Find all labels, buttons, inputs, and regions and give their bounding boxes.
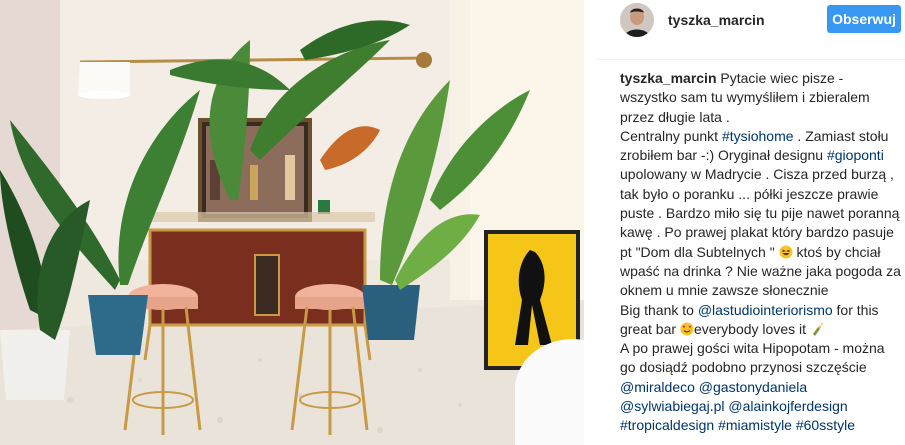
caption-paragraph-bar: Centralny punkt #tysiohome . Zamiast sto… bbox=[620, 127, 902, 301]
mention-link[interactable]: @alainkojferdesign bbox=[728, 398, 847, 414]
mention-link[interactable]: @miraldeco bbox=[620, 379, 695, 395]
hashtag-link[interactable]: #tysiohome bbox=[722, 128, 794, 144]
mention-link[interactable]: @sylwiabiegaj.pl bbox=[620, 398, 724, 414]
caption-paragraph-thanks: Big thank to @lastudiointeriorismo for t… bbox=[620, 301, 902, 340]
post-caption: tyszka_marcin Pytacie wiec pisze - wszys… bbox=[620, 69, 902, 436]
laughing-emoji-icon bbox=[779, 245, 793, 259]
heart-eyes-emoji-icon bbox=[680, 322, 694, 336]
caption-text: Big thank to bbox=[620, 301, 698, 318]
hashtag-link[interactable]: #gioponti bbox=[827, 147, 884, 163]
post-sidebar: tyszka_marcin Obserwuj tyszka_marcin Pyt… bbox=[596, 0, 905, 445]
caption-paragraph-hippo: A po prawej gości wita Hipopotam - można… bbox=[620, 339, 902, 378]
hashtag-link[interactable]: #miamistyle bbox=[718, 417, 792, 433]
avatar-image bbox=[620, 3, 654, 37]
caption-text: everybody loves it bbox=[693, 320, 810, 337]
caption-text: A po prawej gości wita Hipopotam - można… bbox=[620, 340, 885, 376]
avatar[interactable] bbox=[620, 3, 654, 37]
champagne-bottle-icon bbox=[812, 322, 823, 336]
caption-author[interactable]: tyszka_marcin bbox=[620, 70, 717, 86]
post-username[interactable]: tyszka_marcin bbox=[668, 12, 765, 28]
hashtag-link[interactable]: #60sstyle bbox=[796, 417, 855, 433]
mention-link[interactable]: @lastudiointeriorismo bbox=[698, 302, 833, 318]
hashtag-link[interactable]: #tropicaldesign bbox=[620, 417, 714, 433]
caption-paragraph-intro: tyszka_marcin Pytacie wiec pisze - wszys… bbox=[620, 69, 902, 127]
mention-link[interactable]: @gastonydaniela bbox=[699, 379, 807, 395]
follow-button[interactable]: Obserwuj bbox=[827, 5, 901, 33]
post-header: tyszka_marcin Obserwuj bbox=[596, 0, 905, 60]
caption-paragraph-tags: @miraldeco @gastonydaniela @sylwiabiegaj… bbox=[620, 378, 902, 436]
caption-text: Centralny punkt bbox=[620, 127, 722, 144]
post-photo[interactable] bbox=[0, 0, 584, 445]
bar-interior-image bbox=[0, 0, 584, 445]
